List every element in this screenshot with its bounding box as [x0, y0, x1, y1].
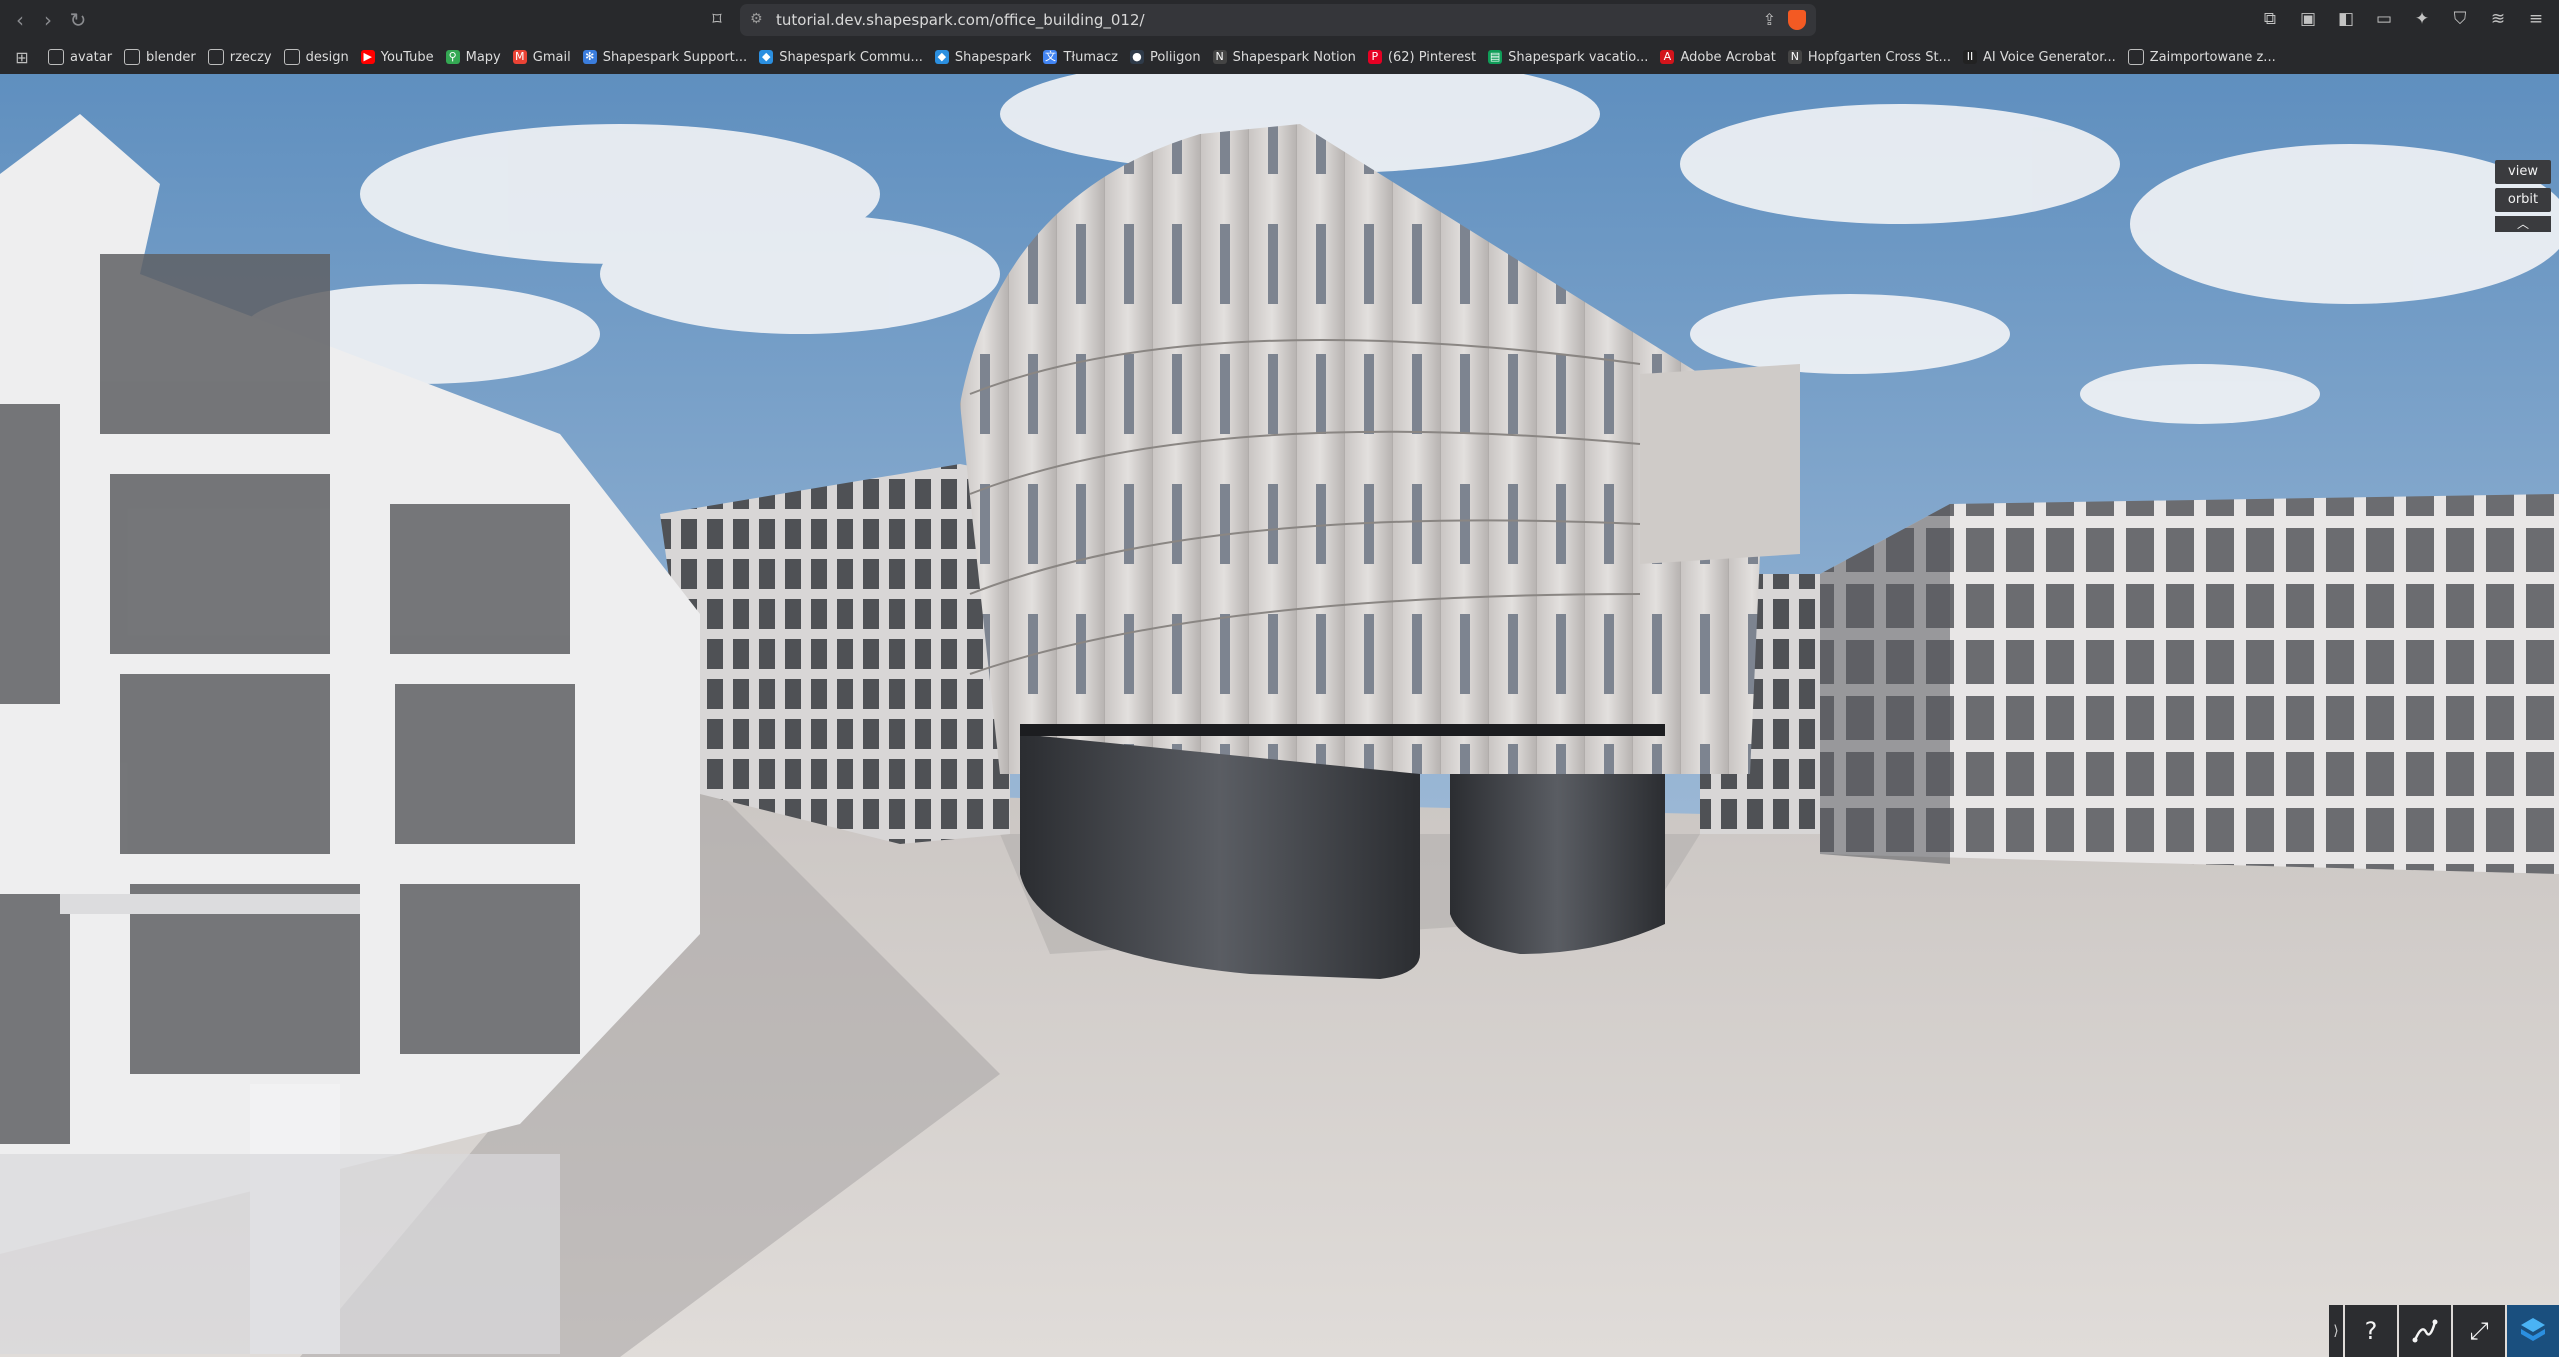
viewer-toolbar: ⟩ ? ⤢	[2329, 1305, 2559, 1357]
menu-icon[interactable]: ≡	[2525, 6, 2547, 32]
rewards-icon[interactable]: ≋	[2487, 6, 2509, 32]
folder-icon	[2127, 49, 2144, 65]
shapespark-icon: ◆	[934, 50, 949, 64]
shapespark-logo-icon[interactable]	[2507, 1305, 2559, 1357]
address-bar[interactable]: ⚙ tutorial.dev.shapespark.com/office_bui…	[740, 4, 1816, 36]
bookmark-item[interactable]: ◆ Shapespark Commu...	[759, 50, 923, 65]
bookmark-item[interactable]: II AI Voice Generator...	[1962, 49, 2116, 65]
bookmarks-bar: ⊞ avatar blender rzeczy design ▶ YouTube ⚲ Mapy…	[0, 40, 2559, 75]
wallet-icon[interactable]: ▭	[2373, 6, 2395, 32]
bookmark-label: Adobe Acrobat	[1680, 49, 1776, 65]
shapespark-icon: ◆	[759, 50, 774, 64]
notion-icon: N	[1787, 50, 1802, 64]
maps-pin-icon: ⚲	[445, 50, 460, 64]
bookmark-label: AI Voice Generator...	[1982, 49, 2116, 65]
bookmark-item[interactable]: blender	[124, 49, 196, 65]
shapespark-support-icon: ✻	[582, 50, 597, 64]
folder-icon	[207, 49, 224, 65]
bookmark-item[interactable]: ● Poliigon	[1129, 49, 1201, 65]
fullscreen-icon[interactable]: ⤢	[2453, 1305, 2505, 1357]
collapse-menu-icon[interactable]: ︿	[2495, 216, 2551, 232]
bookmark-label: Zaimportowane z...	[2149, 49, 2276, 65]
screenshot-icon[interactable]: ▣	[2297, 6, 2319, 32]
folder-icon	[124, 49, 141, 65]
bookmark-item[interactable]: M Gmail	[512, 49, 571, 65]
pinterest-icon: P	[1367, 50, 1382, 64]
apps-grid-icon[interactable]: ⊞	[8, 48, 36, 67]
youtube-icon: ▶	[360, 50, 375, 64]
bookmark-item[interactable]: 文 Tłumacz	[1043, 49, 1118, 65]
leo-ai-icon[interactable]: ✦	[2411, 6, 2433, 32]
bookmark-label: Shapespark Notion	[1232, 49, 1356, 65]
vpn-icon[interactable]: ⛉	[2449, 6, 2471, 32]
bookmark-item[interactable]: A Adobe Acrobat	[1660, 49, 1776, 65]
bookmark-page-icon[interactable]: ⌑	[705, 8, 729, 32]
extensions-icon[interactable]: ⧉	[2259, 6, 2281, 32]
toolbar-toggle-icon[interactable]: ⟩	[2329, 1305, 2343, 1357]
bookmark-label: Shapespark Commu...	[779, 49, 923, 65]
bookmark-label: Poliigon	[1149, 49, 1201, 65]
orbit-button[interactable]: orbit	[2495, 188, 2551, 212]
bookmark-label: Shapespark Support...	[602, 49, 748, 65]
3d-viewer[interactable]: view orbit ︿ ⟩ ? ⤢	[0, 74, 2559, 1357]
reload-icon[interactable]: ↻	[66, 8, 90, 32]
bookmark-label: blender	[146, 49, 196, 65]
bookmark-item[interactable]: ⚲ Mapy	[445, 49, 501, 65]
brave-shields-icon[interactable]	[1788, 10, 1806, 30]
sheets-icon: ▤	[1488, 50, 1503, 64]
site-info-icon[interactable]: ⚙	[750, 11, 763, 27]
notion-icon: N	[1212, 50, 1227, 64]
bookmark-label: rzeczy	[229, 49, 272, 65]
bookmark-item[interactable]: ✻ Shapespark Support...	[582, 49, 748, 65]
view-button[interactable]: view	[2495, 160, 2551, 184]
bookmark-item[interactable]: ◆ Shapespark	[934, 49, 1032, 65]
tour-path-icon[interactable]	[2399, 1305, 2451, 1357]
bookmark-label: Shapespark vacatio...	[1508, 49, 1649, 65]
folder-icon	[48, 49, 64, 65]
bookmark-item[interactable]: ▶ YouTube	[360, 49, 434, 65]
bookmark-item[interactable]: avatar	[48, 49, 112, 65]
bookmark-item[interactable]: N Hopfgarten Cross St...	[1787, 49, 1951, 65]
browser-toolbar: ‹ › ↻ ⌑ ⚙ tutorial.dev.shapespark.com/of…	[0, 0, 2559, 40]
folder-icon	[283, 49, 300, 65]
browser-right-tools: ⧉ ▣ ◧ ▭ ✦ ⛉ ≋ ≡	[2259, 6, 2547, 32]
sidebar-icon[interactable]: ◧	[2335, 6, 2357, 32]
bookmark-item[interactable]: P (62) Pinterest	[1367, 49, 1477, 65]
poliigon-icon: ●	[1129, 50, 1144, 64]
url-text[interactable]: tutorial.dev.shapespark.com/office_build…	[776, 11, 1145, 29]
bookmark-label: Tłumacz	[1063, 49, 1118, 65]
elevenlabs-icon: II	[1962, 50, 1977, 64]
forward-icon[interactable]: ›	[36, 8, 60, 32]
scene-render[interactable]	[0, 74, 2559, 1357]
gmail-icon: M	[512, 50, 527, 64]
view-mode-menu: view orbit ︿	[2495, 160, 2551, 232]
bookmark-label: (62) Pinterest	[1387, 49, 1477, 65]
bookmark-item[interactable]: design	[283, 49, 349, 65]
bookmark-label: avatar	[70, 49, 113, 65]
bookmark-item[interactable]: rzeczy	[207, 49, 272, 65]
help-button[interactable]: ?	[2345, 1305, 2397, 1357]
bookmark-label: Shapespark	[954, 49, 1032, 65]
bookmark-label: design	[305, 49, 349, 65]
bookmark-label: Gmail	[532, 49, 571, 65]
translate-icon: 文	[1043, 50, 1058, 64]
bookmark-item[interactable]: N Shapespark Notion	[1212, 49, 1356, 65]
back-icon[interactable]: ‹	[8, 8, 32, 32]
bookmark-label: Hopfgarten Cross St...	[1807, 49, 1951, 65]
share-icon[interactable]: ⇪	[1763, 10, 1776, 29]
bookmark-label: Mapy	[465, 49, 501, 65]
bookmark-item[interactable]: ▤ Shapespark vacatio...	[1488, 50, 1648, 65]
bookmark-label: YouTube	[380, 49, 434, 65]
acrobat-icon: A	[1660, 50, 1675, 64]
bookmark-item[interactable]: Zaimportowane z...	[2127, 49, 2276, 65]
